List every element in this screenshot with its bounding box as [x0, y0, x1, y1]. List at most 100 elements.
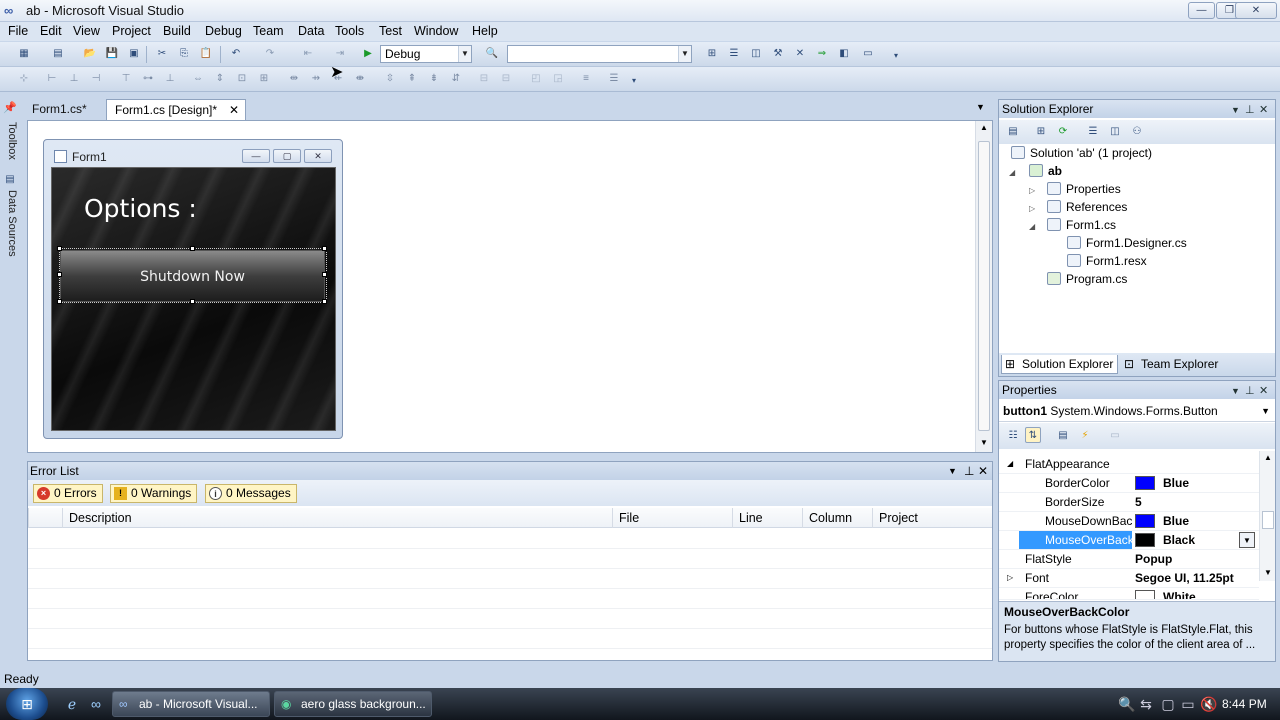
- form-client-area[interactable]: Options : Shutdown Now: [51, 167, 336, 431]
- expand-icon[interactable]: ▷: [1029, 204, 1035, 213]
- property-row[interactable]: FlatStyle Popup: [999, 550, 1259, 569]
- new-project-icon[interactable]: ▦: [16, 46, 32, 62]
- shutdown-now-button[interactable]: Shutdown Now: [60, 250, 325, 302]
- tab-order-icon[interactable]: ≡: [578, 71, 594, 87]
- property-row[interactable]: MouseDownBac Blue: [999, 512, 1259, 531]
- close-panel-icon[interactable]: ✕: [978, 462, 988, 480]
- scrollbar-thumb[interactable]: [978, 141, 990, 431]
- start-debugging-icon[interactable]: ▶: [360, 46, 376, 62]
- collapse-icon[interactable]: ◢: [1029, 222, 1035, 231]
- menu-file[interactable]: File: [7, 24, 29, 38]
- auto-hide-pin-icon[interactable]: ⊥: [964, 462, 974, 480]
- column-header-icon[interactable]: [28, 508, 62, 528]
- properties-vertical-scrollbar[interactable]: ▲ ▼: [1259, 451, 1275, 581]
- menu-view[interactable]: View: [72, 24, 101, 38]
- resize-handle-ne[interactable]: [322, 246, 327, 251]
- menu-debug[interactable]: Debug: [204, 24, 243, 38]
- minimize-button[interactable]: —: [1188, 2, 1215, 19]
- property-row[interactable]: ForeColor White: [999, 588, 1259, 600]
- collapse-icon[interactable]: ◢: [1007, 455, 1013, 473]
- solution-configuration-select[interactable]: Debug ▼: [380, 45, 472, 63]
- tools-icon[interactable]: ✕: [792, 46, 808, 62]
- resize-handle-n[interactable]: [190, 246, 195, 251]
- find-in-files-icon[interactable]: 🔍: [484, 46, 500, 62]
- increase-vertical-spacing-icon[interactable]: ⇞: [404, 71, 420, 87]
- save-icon[interactable]: 💾: [104, 46, 120, 62]
- messages-filter-button[interactable]: i 0 Messages: [205, 484, 297, 503]
- horizontal-spacing-icon[interactable]: ⇹: [286, 71, 302, 87]
- resize-handle-e[interactable]: [322, 272, 327, 277]
- pin-icon[interactable]: 📌: [2, 100, 18, 116]
- remove-horizontal-spacing-icon[interactable]: ⇼: [352, 71, 368, 87]
- remove-vertical-spacing-icon[interactable]: ⇵: [448, 71, 464, 87]
- start-page-icon[interactable]: ⇒: [814, 46, 830, 62]
- clock[interactable]: 8:44 PM: [1222, 697, 1267, 711]
- navigate-forward-icon[interactable]: ⇥: [332, 46, 348, 62]
- window-position-icon[interactable]: ▼: [948, 462, 957, 480]
- align-bottoms-icon[interactable]: ⊥: [162, 71, 178, 87]
- options-label[interactable]: Options :: [84, 194, 197, 223]
- volume-muted-icon[interactable]: 🔇: [1200, 696, 1217, 712]
- menu-edit[interactable]: Edit: [39, 24, 63, 38]
- resize-handle-w[interactable]: [57, 272, 62, 277]
- internet-explorer-icon[interactable]: ℯ: [64, 696, 80, 712]
- data-sources-tab[interactable]: Data Sources: [2, 190, 18, 257]
- auto-hide-pin-icon[interactable]: ⊥: [1245, 101, 1255, 119]
- toolbox-tab[interactable]: Toolbox: [2, 122, 18, 160]
- window-position-icon[interactable]: ▼: [1231, 101, 1240, 119]
- events-icon[interactable]: ⚡: [1077, 428, 1093, 444]
- property-row[interactable]: ▷ Font Segoe UI, 11.25pt: [999, 569, 1259, 588]
- bring-to-front-icon[interactable]: ◰: [528, 71, 544, 87]
- tab-team-explorer[interactable]: ⊡ Team Explorer: [1121, 355, 1222, 374]
- open-file-icon[interactable]: 📂: [82, 46, 98, 62]
- device-icon[interactable]: ▢: [1160, 696, 1176, 712]
- menu-team[interactable]: Team: [252, 24, 285, 38]
- center-vertically-icon[interactable]: ⊟: [498, 71, 514, 87]
- menu-data[interactable]: Data: [297, 24, 325, 38]
- form-designer-surface[interactable]: Form1 — ▢ ✕ Options : Shutdown Now ▲ ▼: [27, 120, 993, 453]
- tree-project[interactable]: ab: [1029, 164, 1062, 178]
- lock-controls-icon[interactable]: ☰: [606, 71, 622, 87]
- resize-handle-sw[interactable]: [57, 299, 62, 304]
- menu-test[interactable]: Test: [378, 24, 403, 38]
- refresh-icon[interactable]: ⟳: [1055, 124, 1071, 140]
- align-middles-icon[interactable]: ⊶: [140, 71, 156, 87]
- property-row-selected[interactable]: MouseOverBack Black ▼: [999, 531, 1259, 550]
- property-row[interactable]: ◢ FlatAppearance: [999, 455, 1259, 474]
- property-pages-icon[interactable]: ▭: [1107, 428, 1123, 444]
- close-button[interactable]: ✕: [1235, 2, 1277, 19]
- tree-form1-resx[interactable]: Form1.resx: [1067, 254, 1147, 268]
- object-selector[interactable]: button1 System.Windows.Forms.Button ▼: [999, 401, 1275, 422]
- view-class-diagram-icon[interactable]: ⚇: [1129, 124, 1145, 140]
- send-to-back-icon[interactable]: ◲: [550, 71, 566, 87]
- tree-solution[interactable]: Solution 'ab' (1 project): [1011, 146, 1152, 160]
- tab-form1-design[interactable]: Form1.cs [Design]* ✕: [106, 99, 247, 120]
- tree-form1[interactable]: Form1.cs: [1047, 218, 1116, 232]
- make-same-height-icon[interactable]: ⇕: [212, 71, 228, 87]
- column-header-description[interactable]: Description: [62, 508, 612, 528]
- network-icon[interactable]: ⇆: [1138, 696, 1154, 712]
- errors-filter-button[interactable]: × 0 Errors: [33, 484, 103, 503]
- menu-window[interactable]: Window: [413, 24, 459, 38]
- column-header-project[interactable]: Project: [872, 508, 992, 528]
- view-code-icon[interactable]: ☰: [1085, 124, 1101, 140]
- copy-icon[interactable]: ⎘: [176, 46, 192, 62]
- solution-explorer-icon[interactable]: ⊞: [704, 46, 720, 62]
- align-tops-icon[interactable]: ⊤: [118, 71, 134, 87]
- tree-properties[interactable]: Properties: [1047, 182, 1121, 196]
- column-header-file[interactable]: File: [612, 508, 732, 528]
- scroll-down-icon[interactable]: ▼: [980, 438, 988, 447]
- toolbar-overflow-icon[interactable]: ▾: [888, 48, 904, 64]
- vertical-spacing-icon[interactable]: ⇳: [382, 71, 398, 87]
- scroll-down-icon[interactable]: ▼: [1264, 568, 1272, 577]
- menu-tools[interactable]: Tools: [334, 24, 365, 38]
- make-same-width-icon[interactable]: ⇔: [190, 71, 206, 87]
- alphabetical-icon[interactable]: ⇅: [1025, 427, 1041, 443]
- resize-handle-s[interactable]: [190, 299, 195, 304]
- tab-solution-explorer[interactable]: ⊞ Solution Explorer: [1001, 355, 1119, 374]
- toolbox-icon[interactable]: ⚒: [770, 46, 786, 62]
- collapse-icon[interactable]: ◢: [1009, 168, 1015, 177]
- view-designer-icon[interactable]: ◫: [1107, 124, 1123, 140]
- resize-handle-se[interactable]: [322, 299, 327, 304]
- display-icon[interactable]: ▭: [1180, 696, 1196, 712]
